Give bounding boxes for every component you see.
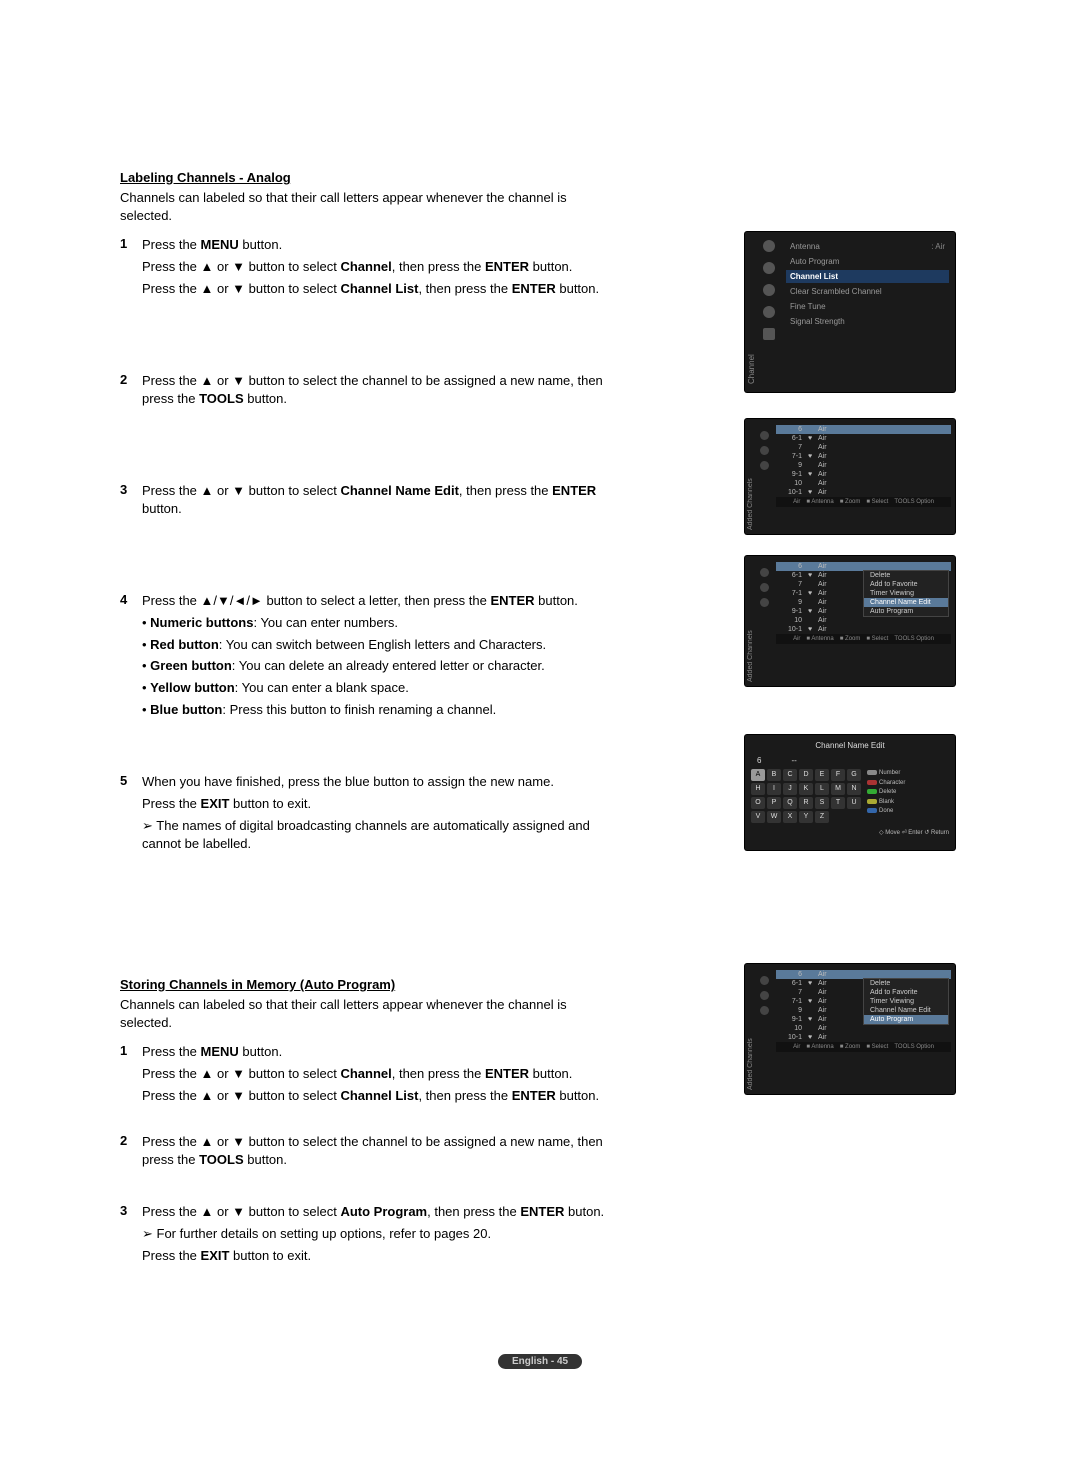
s1-step2: 2 Press the ▲ or ▼ button to select the … [120, 372, 630, 412]
screenshot-channel-list-popup-name-edit: Added Channels6Air6-1♥Air7Air7-1♥Air9Air… [745, 556, 955, 686]
menu-channel-list: Channel List [786, 270, 949, 283]
menu-fine-tune: Fine Tune [786, 300, 949, 313]
s2-step3: 3 Press the ▲ or ▼ button to select Auto… [120, 1203, 630, 1269]
menu-antenna: Antenna: Air [786, 240, 949, 253]
screenshot-channel-list-popup-auto-program: Added Channels6Air6-1♥Air7Air7-1♥Air9Air… [745, 964, 955, 1094]
screenshot-channel-menu: Channel Antenna: Air Auto Program Channe… [745, 232, 955, 392]
s1-step3: 3 Press the ▲ or ▼ button to select Chan… [120, 482, 630, 522]
s1-step4: 4 Press the ▲/▼/◄/► button to select a l… [120, 592, 630, 724]
signal-icon [763, 306, 775, 318]
step-number: 1 [120, 1043, 142, 1109]
letter-grid: ABCDEFGHIJKLMNOPQRSTUVWXYZ [751, 769, 861, 823]
step-number: 5 [120, 773, 142, 857]
section1-intro: Channels can labeled so that their call … [120, 189, 620, 224]
misc-icon [763, 328, 775, 340]
page-footer: English - 45 [0, 1352, 1080, 1369]
s2-step2: 2 Press the ▲ or ▼ button to select the … [120, 1133, 630, 1173]
step-number: 2 [120, 1133, 142, 1173]
menu-clear-scrambled: Clear Scrambled Channel [786, 285, 949, 298]
menu-auto-program: Auto Program [786, 255, 949, 268]
section2-intro: Channels can labeled so that their call … [120, 996, 620, 1031]
antenna-icon [763, 240, 775, 252]
s1-step1: 1 Press the MENU button. Press the ▲ or … [120, 236, 630, 302]
screenshot-channel-list: Added Channels6Air6-1♥Air7Air7-1♥Air9Air… [745, 419, 955, 534]
settings-icon [763, 284, 775, 296]
section1-heading: Labeling Channels - Analog [120, 170, 960, 185]
gear-icon [763, 262, 775, 274]
s1-step5: 5 When you have finished, press the blue… [120, 773, 630, 857]
step-number: 4 [120, 592, 142, 724]
screenshot-channel-name-edit: Channel Name Edit 6-- ABCDEFGHIJKLMNOPQR… [745, 735, 955, 850]
step-number: 1 [120, 236, 142, 302]
menu-signal-strength: Signal Strength [786, 315, 949, 328]
step-number: 2 [120, 372, 142, 412]
step-number: 3 [120, 482, 142, 522]
step-number: 3 [120, 1203, 142, 1269]
legend: NumberCharacterDeleteBlankDone [867, 769, 905, 823]
s2-step1: 1 Press the MENU button. Press the ▲ or … [120, 1043, 630, 1109]
